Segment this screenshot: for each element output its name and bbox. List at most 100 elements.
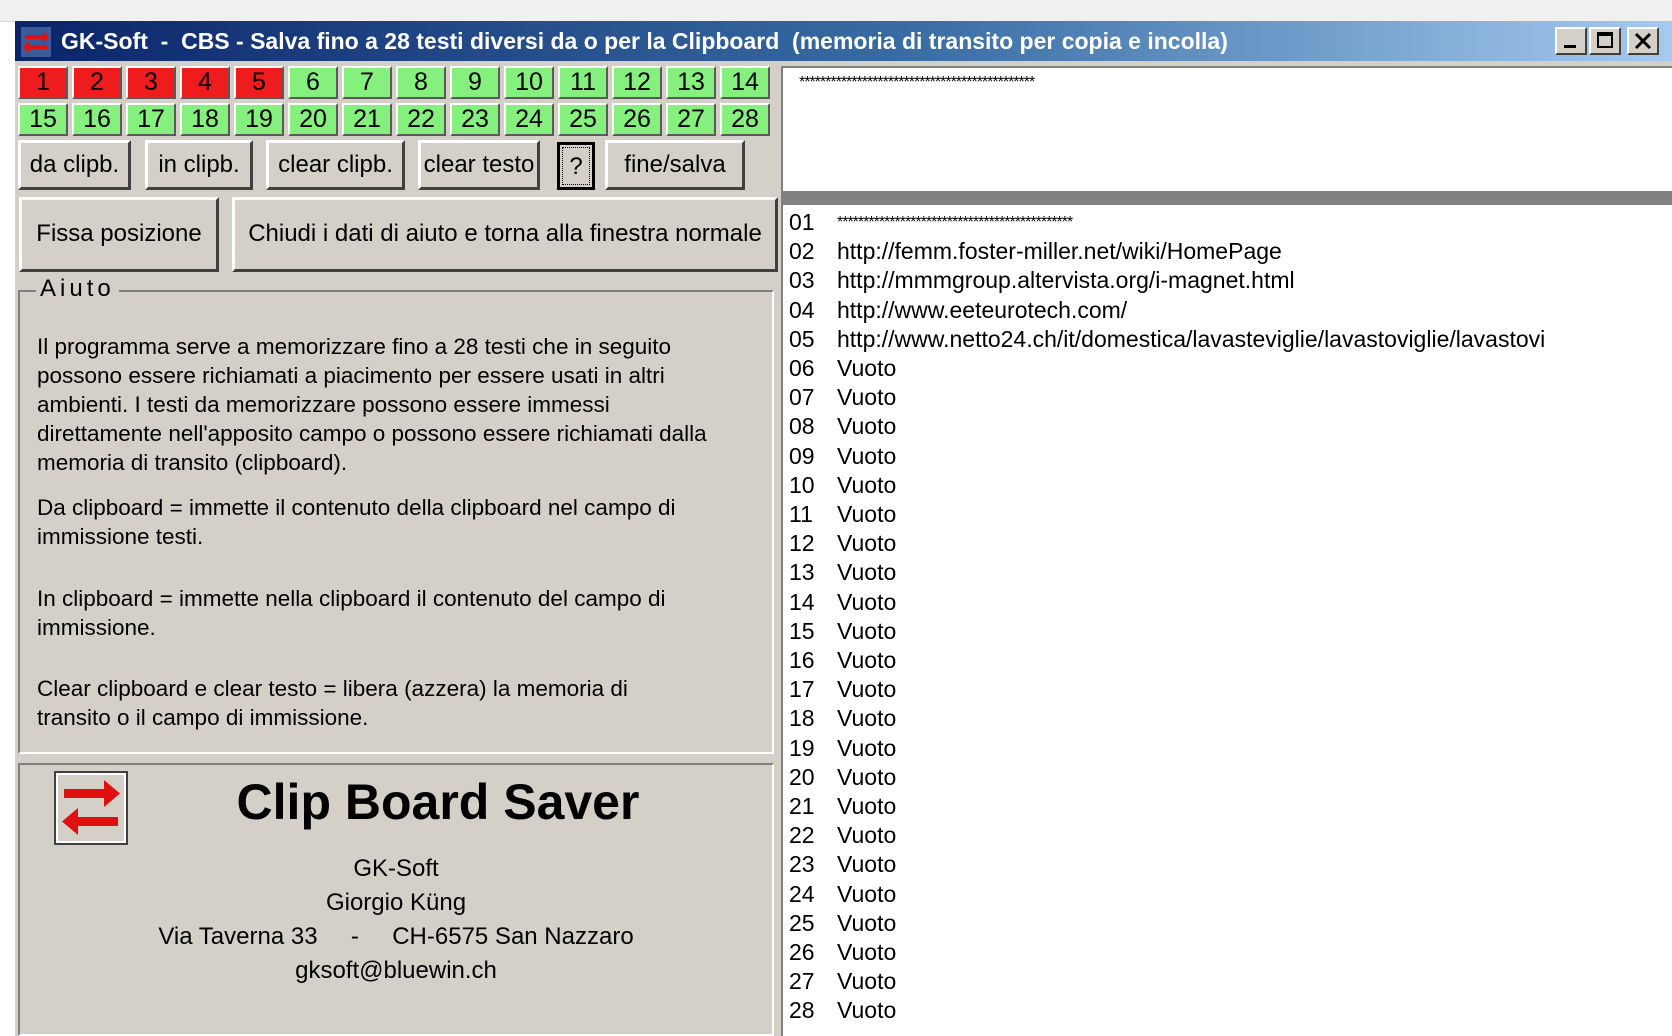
slot-button-3[interactable]: 3 — [126, 66, 176, 99]
list-item-number: 22 — [789, 822, 815, 849]
text-input-field[interactable]: ****************************************… — [781, 66, 1672, 191]
close-button[interactable] — [1627, 27, 1659, 55]
list-item-number: 15 — [789, 617, 815, 644]
slot-button-9[interactable]: 9 — [450, 66, 500, 99]
maximize-button[interactable] — [1589, 27, 1621, 55]
about-email[interactable]: gksoft@bluewin.ch — [20, 957, 772, 985]
slot-button-18[interactable]: 18 — [180, 103, 230, 136]
list-item[interactable]: 19 Vuoto — [789, 735, 896, 764]
help-panel: Aiuto Il programma serve a memorizzare f… — [18, 275, 774, 754]
da-clipb-button[interactable]: da clipb. — [18, 140, 131, 190]
list-item-number: 16 — [789, 647, 815, 673]
list-item[interactable]: 11 Vuoto — [789, 501, 896, 530]
list-item[interactable]: 14 Vuoto — [789, 589, 896, 618]
list-item[interactable]: 01 **************************************… — [789, 209, 1073, 238]
slot-button-6[interactable]: 6 — [288, 66, 338, 99]
list-item-text: Vuoto — [837, 793, 897, 819]
slot-button-10[interactable]: 10 — [504, 66, 554, 99]
list-item[interactable]: 16 Vuoto — [789, 647, 896, 676]
list-item[interactable]: 24 Vuoto — [789, 881, 896, 910]
list-item[interactable]: 06 Vuoto — [789, 355, 896, 384]
help-line: ambienti. I testi da memorizzare possono… — [37, 392, 610, 417]
list-item[interactable]: 17 Vuoto — [789, 676, 896, 705]
slot-button-22[interactable]: 22 — [396, 103, 446, 136]
list-item[interactable]: 18 Vuoto — [789, 705, 896, 734]
clear-clipb-button[interactable]: clear clipb. — [266, 140, 405, 190]
list-item[interactable]: 02 http://femm.foster-miller.net/wiki/Hom… — [789, 238, 1282, 267]
help-line: Da clipboard = immette il contenuto dell… — [37, 495, 676, 520]
list-item-number: 10 — [789, 471, 815, 498]
close-help-button[interactable]: Chiudi i dati di aiuto e torna alla fine… — [232, 197, 778, 272]
slot-button-5[interactable]: 5 — [234, 66, 284, 99]
list-item[interactable]: 25 Vuoto — [789, 910, 896, 939]
help-line: immissione testi. — [37, 524, 204, 549]
list-item-number: 09 — [789, 442, 815, 469]
list-item[interactable]: 15 Vuoto — [789, 618, 896, 647]
minimize-button[interactable] — [1555, 27, 1587, 55]
list-item-text: http://www.eeteurotech.com/ — [837, 296, 1128, 323]
list-item[interactable]: 08 Vuoto — [789, 413, 896, 442]
list-item[interactable]: 12 Vuoto — [789, 530, 896, 559]
list-item-text: Vuoto — [837, 588, 897, 615]
list-item-number: 11 — [789, 501, 813, 527]
in-clipb-button[interactable]: in clipb. — [145, 140, 253, 190]
list-item-number: 23 — [789, 851, 815, 878]
list-item[interactable]: 27 Vuoto — [789, 968, 896, 997]
about-panel: Clip Board Saver GK-Soft Giorgio Küng Vi… — [18, 763, 774, 1036]
list-item[interactable]: 03 http://mmmgroup.altervista.org/i-magne… — [789, 267, 1295, 296]
slot-button-2[interactable]: 2 — [72, 66, 122, 99]
help-button[interactable]: ? — [557, 142, 595, 190]
slot-button-28[interactable]: 28 — [720, 103, 770, 136]
list-item-number: 13 — [789, 559, 815, 586]
list-item[interactable]: 23 Vuoto — [789, 851, 896, 880]
slot-button-14[interactable]: 14 — [720, 66, 770, 99]
slot-button-11[interactable]: 11 — [558, 66, 608, 99]
list-item-number: 03 — [789, 267, 815, 294]
fine-salva-button[interactable]: fine/salva — [605, 140, 745, 190]
list-item[interactable]: 28 Vuoto — [789, 997, 896, 1026]
list-item-number: 02 — [789, 238, 815, 265]
saved-texts-list[interactable]: 01 **************************************… — [781, 205, 1672, 1036]
list-item[interactable]: 21 Vuoto — [789, 793, 896, 822]
slot-button-1[interactable]: 1 — [18, 66, 68, 99]
list-item[interactable]: 20 Vuoto — [789, 764, 896, 793]
slot-button-23[interactable]: 23 — [450, 103, 500, 136]
slot-button-27[interactable]: 27 — [666, 103, 716, 136]
title-bar[interactable]: GK-Soft - CBS - Salva fino a 28 testi di… — [15, 21, 1672, 61]
divider-bar — [781, 191, 1672, 205]
slot-button-12[interactable]: 12 — [612, 66, 662, 99]
list-item-text: Vuoto — [837, 647, 897, 673]
about-company: GK-Soft — [353, 855, 439, 882]
slot-button-16[interactable]: 16 — [72, 103, 122, 136]
slot-button-8[interactable]: 8 — [396, 66, 446, 99]
slot-button-7[interactable]: 7 — [342, 66, 392, 99]
slot-button-19[interactable]: 19 — [234, 103, 284, 136]
slot-button-24[interactable]: 24 — [504, 103, 554, 136]
list-item-number: 26 — [789, 939, 815, 965]
list-item-text: Vuoto — [837, 442, 897, 469]
list-item-number: 08 — [789, 413, 815, 440]
fissa-posizione-button[interactable]: Fissa posizione — [19, 197, 219, 272]
slot-button-15[interactable]: 15 — [18, 103, 68, 136]
help-line: Clear clipboard e clear testo = libera (… — [37, 676, 628, 701]
list-item[interactable]: 26 Vuoto — [789, 939, 896, 968]
list-item[interactable]: 10 Vuoto — [789, 472, 896, 501]
list-item-text: Vuoto — [837, 880, 897, 907]
list-item-number: 27 — [789, 968, 815, 995]
list-item[interactable]: 13 Vuoto — [789, 559, 896, 588]
slot-button-13[interactable]: 13 — [666, 66, 716, 99]
slot-button-26[interactable]: 26 — [612, 103, 662, 136]
list-item[interactable]: 04 http://www.eeteurotech.com/ — [789, 297, 1127, 326]
list-item-number: 04 — [789, 296, 815, 323]
list-item[interactable]: 22 Vuoto — [789, 822, 896, 851]
help-line: possono essere richiamati a piacimento p… — [37, 363, 665, 388]
slot-button-25[interactable]: 25 — [558, 103, 608, 136]
list-item[interactable]: 07 Vuoto — [789, 384, 896, 413]
list-item[interactable]: 09 Vuoto — [789, 443, 896, 472]
slot-button-20[interactable]: 20 — [288, 103, 338, 136]
slot-button-21[interactable]: 21 — [342, 103, 392, 136]
list-item[interactable]: 05 http://www.netto24.ch/it/domestica/lav… — [789, 326, 1545, 355]
clear-testo-button[interactable]: clear testo — [418, 140, 540, 190]
slot-button-4[interactable]: 4 — [180, 66, 230, 99]
slot-button-17[interactable]: 17 — [126, 103, 176, 136]
